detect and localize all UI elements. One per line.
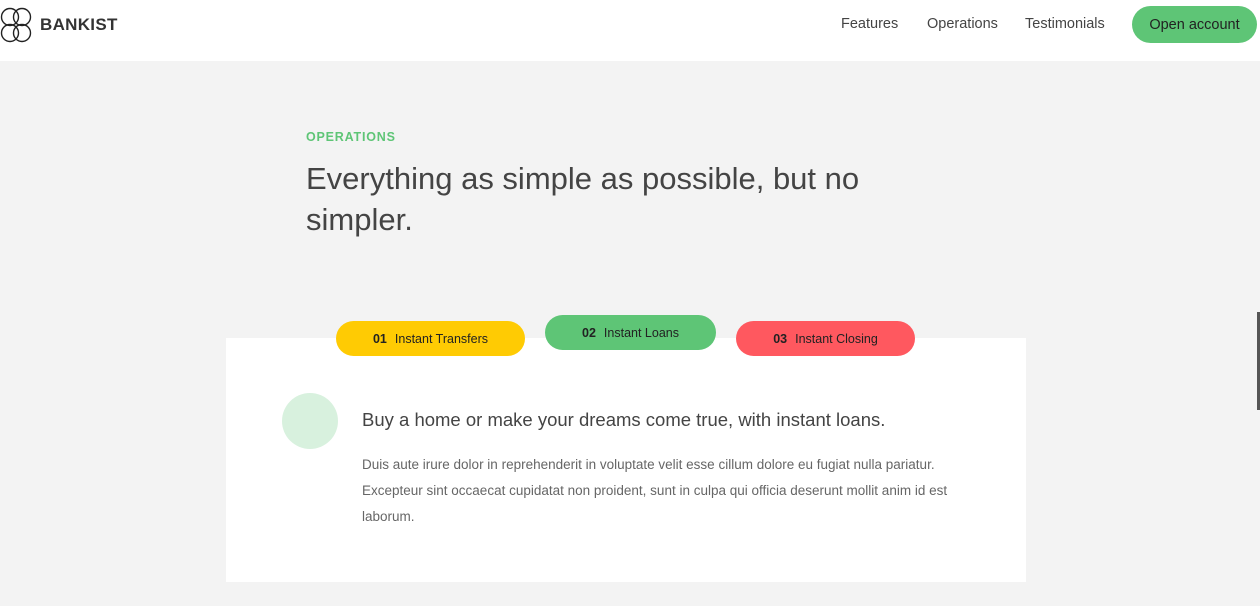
tab-number: 03: [773, 331, 788, 346]
logo-icon[interactable]: [0, 7, 32, 43]
tab-number: 02: [582, 325, 596, 340]
nav-link-features[interactable]: Features: [841, 16, 898, 32]
tab-instant-transfers[interactable]: 01 Instant Transfers: [336, 321, 525, 356]
tab-label: Instant Loans: [603, 325, 679, 340]
tab-label: Instant Transfers: [394, 331, 488, 346]
tab-label: Instant Closing: [795, 331, 878, 346]
content-text: Duis aute irure dolor in reprehenderit i…: [362, 457, 948, 524]
brand-name[interactable]: BANKIST: [40, 15, 118, 35]
nav-link-operations[interactable]: Operations: [927, 16, 998, 32]
tab-number: 01: [372, 331, 387, 346]
tab-instant-closing[interactable]: 03 Instant Closing: [736, 321, 915, 356]
tab-instant-loans[interactable]: 02 Instant Loans: [545, 315, 716, 350]
nav-link-testimonials[interactable]: Testimonials: [1025, 16, 1105, 32]
content-heading: Buy a home or make your dreams come true…: [362, 409, 886, 430]
top-nav: BANKIST Features Operations Testimonials…: [0, 0, 1260, 61]
circle-icon: [282, 393, 338, 449]
section-title: Everything as simple as possible, but no…: [306, 161, 860, 237]
section-label: OPERATIONS: [306, 130, 396, 144]
open-account-button[interactable]: Open account: [1132, 6, 1257, 43]
